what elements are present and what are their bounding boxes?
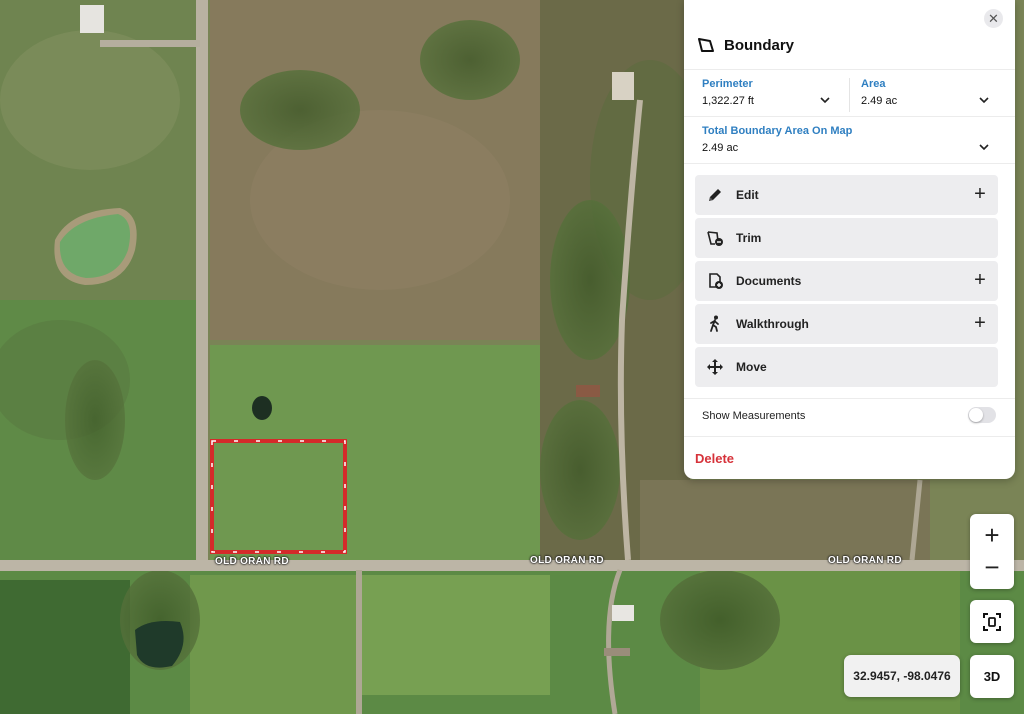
edit-label: Edit [736,188,759,202]
walking-person-icon [705,314,725,334]
total-area-value: 2.49 ac [702,142,739,154]
close-icon[interactable]: ✕ [984,9,1003,28]
documents-label: Documents [736,274,802,288]
show-measurements-label: Show Measurements [702,410,806,422]
toggle-knob [969,408,983,422]
show-measurements-toggle[interactable] [968,407,996,423]
chevron-down-icon[interactable] [979,95,989,105]
panel-title: Boundary [696,36,794,54]
edit-button[interactable]: Edit + [695,175,998,215]
move-button[interactable]: Move [695,347,998,387]
document-add-icon [705,271,725,291]
divider [684,69,1015,70]
divider [684,436,1015,437]
area-value: 2.49 ac [861,95,898,107]
zoom-controls: + − [970,514,1014,589]
move-arrows-icon [705,357,725,377]
documents-button[interactable]: Documents + [695,261,998,301]
chevron-down-icon[interactable] [820,95,830,105]
focus-frame-icon [983,612,1001,631]
plus-icon: + [974,312,986,334]
pencil-icon [705,185,725,205]
area-label: Area [861,78,886,90]
trim-icon [705,228,725,248]
chevron-down-icon[interactable] [979,142,989,152]
divider [684,163,1015,164]
perimeter-value: 1,322.27 ft [702,95,754,107]
plus-icon: + [974,269,986,291]
divider [684,398,1015,399]
road-label: OLD ORAN RD [215,556,289,567]
delete-button[interactable]: Delete [695,451,734,466]
boundary-panel: ✕ Boundary Perimeter 1,322.27 ft Area 2.… [684,0,1015,479]
trim-label: Trim [736,231,762,245]
walkthrough-button[interactable]: Walkthrough + [695,304,998,344]
boundary-shape-icon [698,38,714,52]
plus-icon: + [974,183,986,205]
divider [849,78,850,112]
3d-view-button[interactable]: 3D [970,655,1014,698]
zoom-in-button[interactable]: + [970,517,1014,553]
coordinates-readout: 32.9457, -98.0476 [844,655,960,697]
road-label: OLD ORAN RD [530,555,604,566]
recenter-button[interactable] [970,600,1014,643]
panel-title-text: Boundary [724,36,795,54]
trim-button[interactable]: Trim [695,218,998,258]
perimeter-label: Perimeter [702,78,753,90]
total-area-label: Total Boundary Area On Map [702,125,853,137]
zoom-out-button[interactable]: − [970,549,1014,585]
move-label: Move [736,360,767,374]
road-label: OLD ORAN RD [828,555,902,566]
divider [684,116,1015,117]
walkthrough-label: Walkthrough [736,317,809,331]
